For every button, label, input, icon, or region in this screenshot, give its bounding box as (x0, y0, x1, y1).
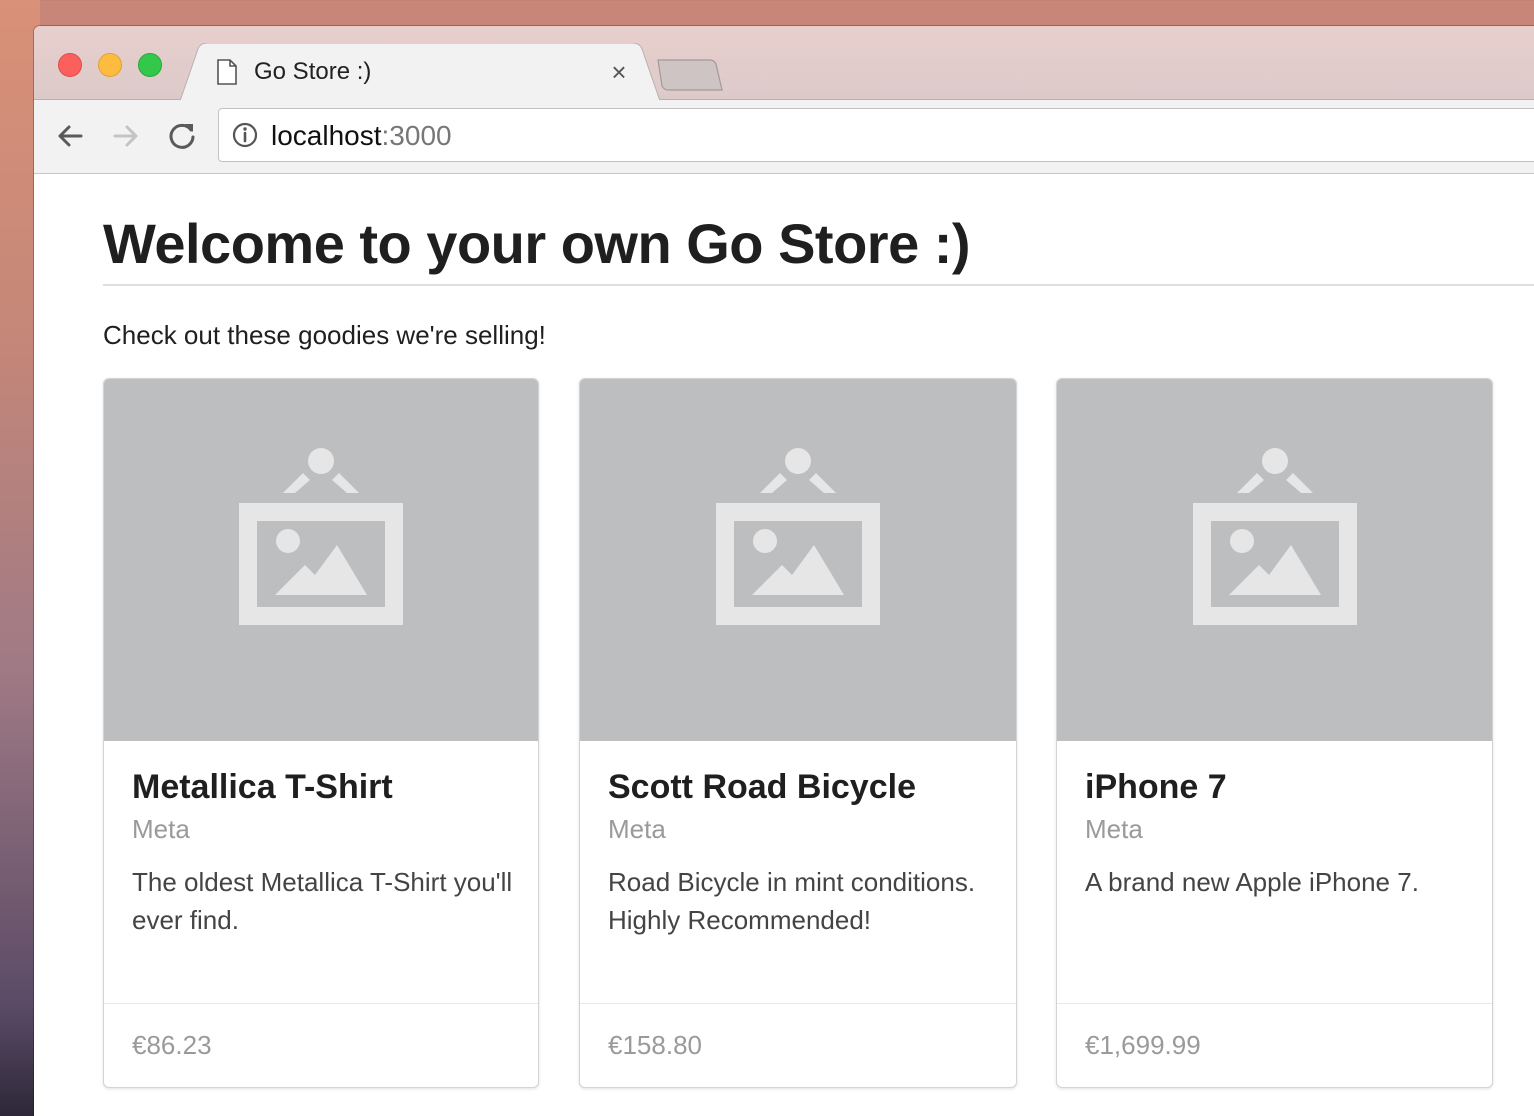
product-price: €86.23 (132, 1030, 212, 1060)
product-price: €1,699.99 (1085, 1030, 1201, 1060)
product-image-placeholder (104, 379, 538, 741)
product-name[interactable]: iPhone 7 (1085, 767, 1227, 807)
product-name[interactable]: Metallica T-Shirt (132, 767, 393, 807)
back-arrow-icon[interactable] (54, 120, 86, 152)
product-meta: Meta (132, 814, 190, 844)
close-window-button[interactable] (58, 53, 82, 77)
browser-window: Go Store :) × localhost:3000 Welcome to … (34, 26, 1534, 1116)
url-host: localhost (271, 120, 382, 151)
address-bar[interactable]: localhost:3000 (218, 108, 1534, 162)
card-divider (1057, 1003, 1492, 1004)
reload-icon[interactable] (166, 120, 198, 152)
tab-background (180, 43, 660, 101)
card-divider (580, 1003, 1016, 1004)
zoom-window-button[interactable] (138, 53, 162, 77)
product-description: Road Bicycle in mint conditions. Highly … (608, 867, 976, 935)
product-image-placeholder (1057, 379, 1492, 741)
product-description: The oldest Metallica T-Shirt you'll ever… (132, 867, 513, 935)
tab-go-store[interactable]: Go Store :) × (180, 43, 660, 101)
tab-strip: Go Store :) × (34, 26, 1534, 101)
image-placeholder-icon (239, 448, 403, 625)
product-name[interactable]: Scott Road Bicycle (608, 767, 916, 807)
page-content: Welcome to your own Go Store :) Check ou… (34, 174, 1534, 1116)
product-card[interactable]: iPhone 7 Meta A brand new Apple iPhone 7… (1056, 378, 1493, 1088)
tab-close-icon[interactable]: × (606, 59, 632, 85)
page-title: Welcome to your own Go Store :) (103, 212, 971, 275)
title-divider (103, 284, 1534, 286)
product-meta: Meta (608, 814, 666, 844)
page-subtitle: Check out these goodies we're selling! (103, 320, 546, 350)
product-meta: Meta (1085, 814, 1143, 844)
info-icon[interactable] (231, 121, 259, 149)
product-card[interactable]: Scott Road Bicycle Meta Road Bicycle in … (579, 378, 1017, 1088)
forward-arrow-icon[interactable] (110, 120, 142, 152)
url-port: :3000 (381, 120, 452, 151)
image-placeholder-icon (1192, 448, 1357, 625)
url-text[interactable]: localhost:3000 (271, 119, 452, 153)
new-tab-button[interactable] (654, 58, 724, 92)
browser-toolbar: localhost:3000 (34, 100, 1534, 174)
product-price: €158.80 (608, 1030, 702, 1060)
minimize-window-button[interactable] (98, 53, 122, 77)
product-image-placeholder (580, 379, 1016, 741)
document-icon (217, 59, 237, 85)
card-divider (104, 1003, 538, 1004)
image-placeholder-icon (716, 448, 880, 625)
product-card[interactable]: Metallica T-Shirt Meta The oldest Metall… (103, 378, 539, 1088)
tab-title: Go Store :) (254, 58, 372, 85)
product-description: A brand new Apple iPhone 7. (1085, 867, 1419, 897)
